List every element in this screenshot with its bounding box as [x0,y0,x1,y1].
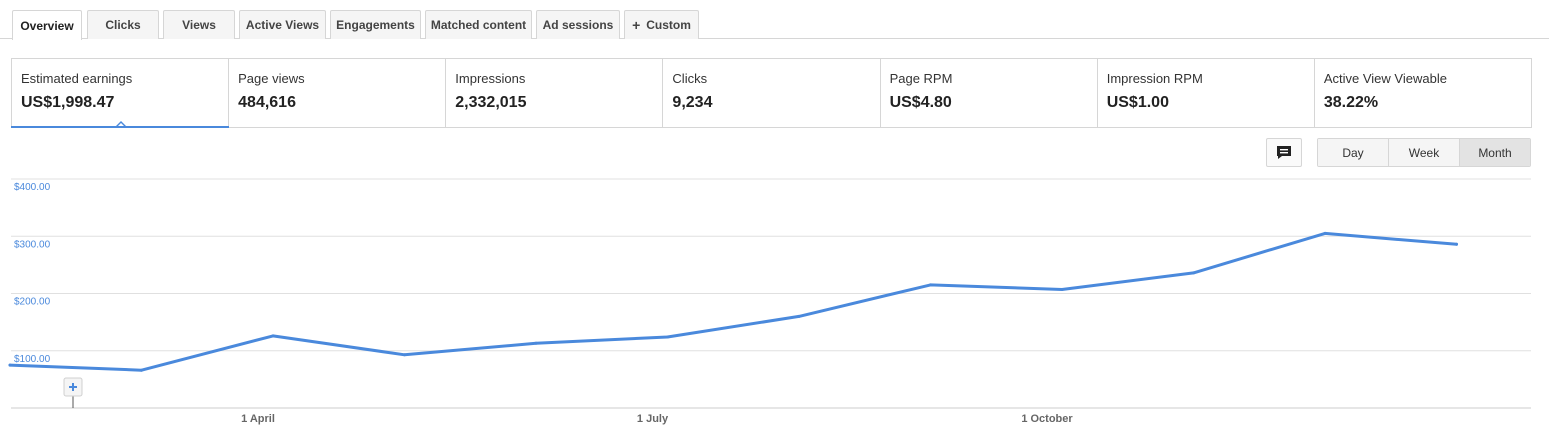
metric-estimated-earnings[interactable]: Estimated earnings US$1,998.47 [10,59,230,128]
metric-value: 38.22% [1323,94,1379,111]
period-month-button[interactable]: Month [1460,139,1530,166]
earnings-line-chart: $100.00 $200.00 $300.00 $400.00 1 April 1 Jul… [8,178,1531,425]
metric-value: US$1,998.47 [21,94,115,111]
tab-clicks[interactable]: Clicks [87,10,159,39]
comment-icon [1277,146,1291,159]
y-tick-label: $200.00 [14,297,51,308]
metric-label: Page views [238,71,305,86]
data-point [797,314,801,318]
data-point [1192,271,1195,275]
data-point [929,283,932,287]
data-point [1455,242,1458,246]
tab-active-views[interactable]: Active Views [239,10,326,39]
period-week-button[interactable]: Week [1389,139,1460,166]
period-selector: Day Week Month [1317,138,1531,167]
data-point [8,363,12,367]
data-point [534,341,538,345]
data-point [140,368,143,372]
tab-label: Ad sessions [542,18,614,32]
x-tick-label: 1 April [241,413,275,425]
metric-label: Clicks [672,71,708,86]
x-tick-label: 1 July [637,413,669,425]
tab-custom[interactable]: + Custom [624,10,699,39]
tab-label: Overview [20,18,74,33]
y-tick-label: $300.00 [14,239,51,250]
selected-caret-icon [115,121,127,127]
tab-engagements[interactable]: Engagements [330,10,421,39]
data-point [1060,287,1064,291]
metric-value: 2,332,015 [455,94,527,111]
tab-label: Matched content [430,18,527,32]
metric-label: Estimated earnings [21,71,133,86]
metric-scorecards: Estimated earnings US$1,998.47 Page view… [10,58,1532,128]
report-tabs: Overview Clicks Views Active Views Engag… [0,0,1549,40]
data-point [403,353,406,357]
data-point [666,335,669,339]
metric-active-view-viewable[interactable]: Active View Viewable 38.22% [1315,59,1531,127]
metric-value: 9,234 [672,94,713,111]
data-point [1323,231,1327,235]
metric-impression-rpm[interactable]: Impression RPM US$1.00 [1098,59,1315,127]
metric-value: US$1.00 [1106,94,1169,111]
metric-page-views[interactable]: Page views 484,616 [229,59,447,127]
metric-label: Page RPM [889,71,953,86]
tab-views[interactable]: Views [163,10,235,39]
metric-impressions[interactable]: Impressions 2,332,015 [446,59,664,127]
x-tick-label: 1 October [1021,413,1073,425]
period-day-button[interactable]: Day [1318,139,1389,166]
tab-overview[interactable]: Overview [12,10,82,40]
y-tick-label: $100.00 [14,354,51,365]
tab-label: Engagements [336,18,415,32]
metric-clicks[interactable]: Clicks 9,234 [663,59,881,127]
metric-label: Impressions [455,71,526,86]
annotations-button[interactable] [1266,138,1302,167]
metric-label: Active View Viewable [1323,71,1447,86]
earnings-series-line [8,231,1458,372]
y-tick-label: $400.00 [14,182,51,193]
metric-label: Impression RPM [1106,71,1203,86]
metric-page-rpm[interactable]: Page RPM US$4.80 [881,59,1098,127]
plus-icon: + [632,17,641,33]
tab-ad-sessions[interactable]: Ad sessions [536,10,620,39]
tab-label: Active Views [245,18,320,32]
tab-label: Views [182,18,216,32]
tab-matched-content[interactable]: Matched content [425,10,532,39]
tab-label: Custom [646,18,691,32]
data-point [271,334,275,338]
metric-value: US$4.80 [889,94,952,111]
metric-value: 484,616 [238,94,296,111]
tab-label: Clicks [105,18,141,32]
